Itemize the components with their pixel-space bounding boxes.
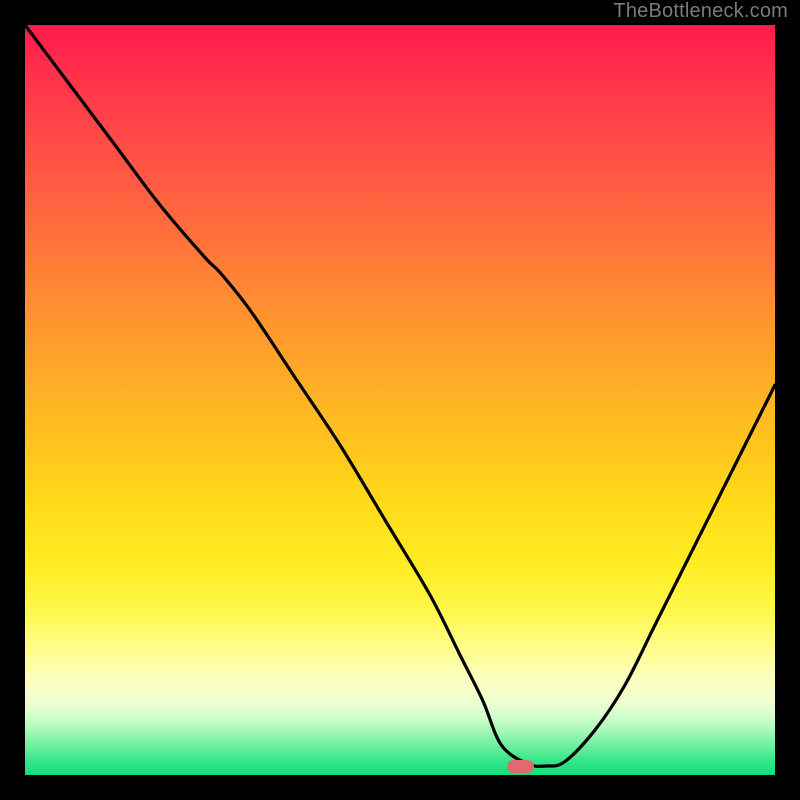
watermark-text: TheBottleneck.com (613, 0, 788, 23)
curve-svg (25, 25, 775, 775)
outer-frame: TheBottleneck.com (0, 0, 800, 800)
bottleneck-curve (25, 25, 775, 766)
plot-area (25, 25, 775, 775)
optimal-point-marker (507, 760, 534, 773)
